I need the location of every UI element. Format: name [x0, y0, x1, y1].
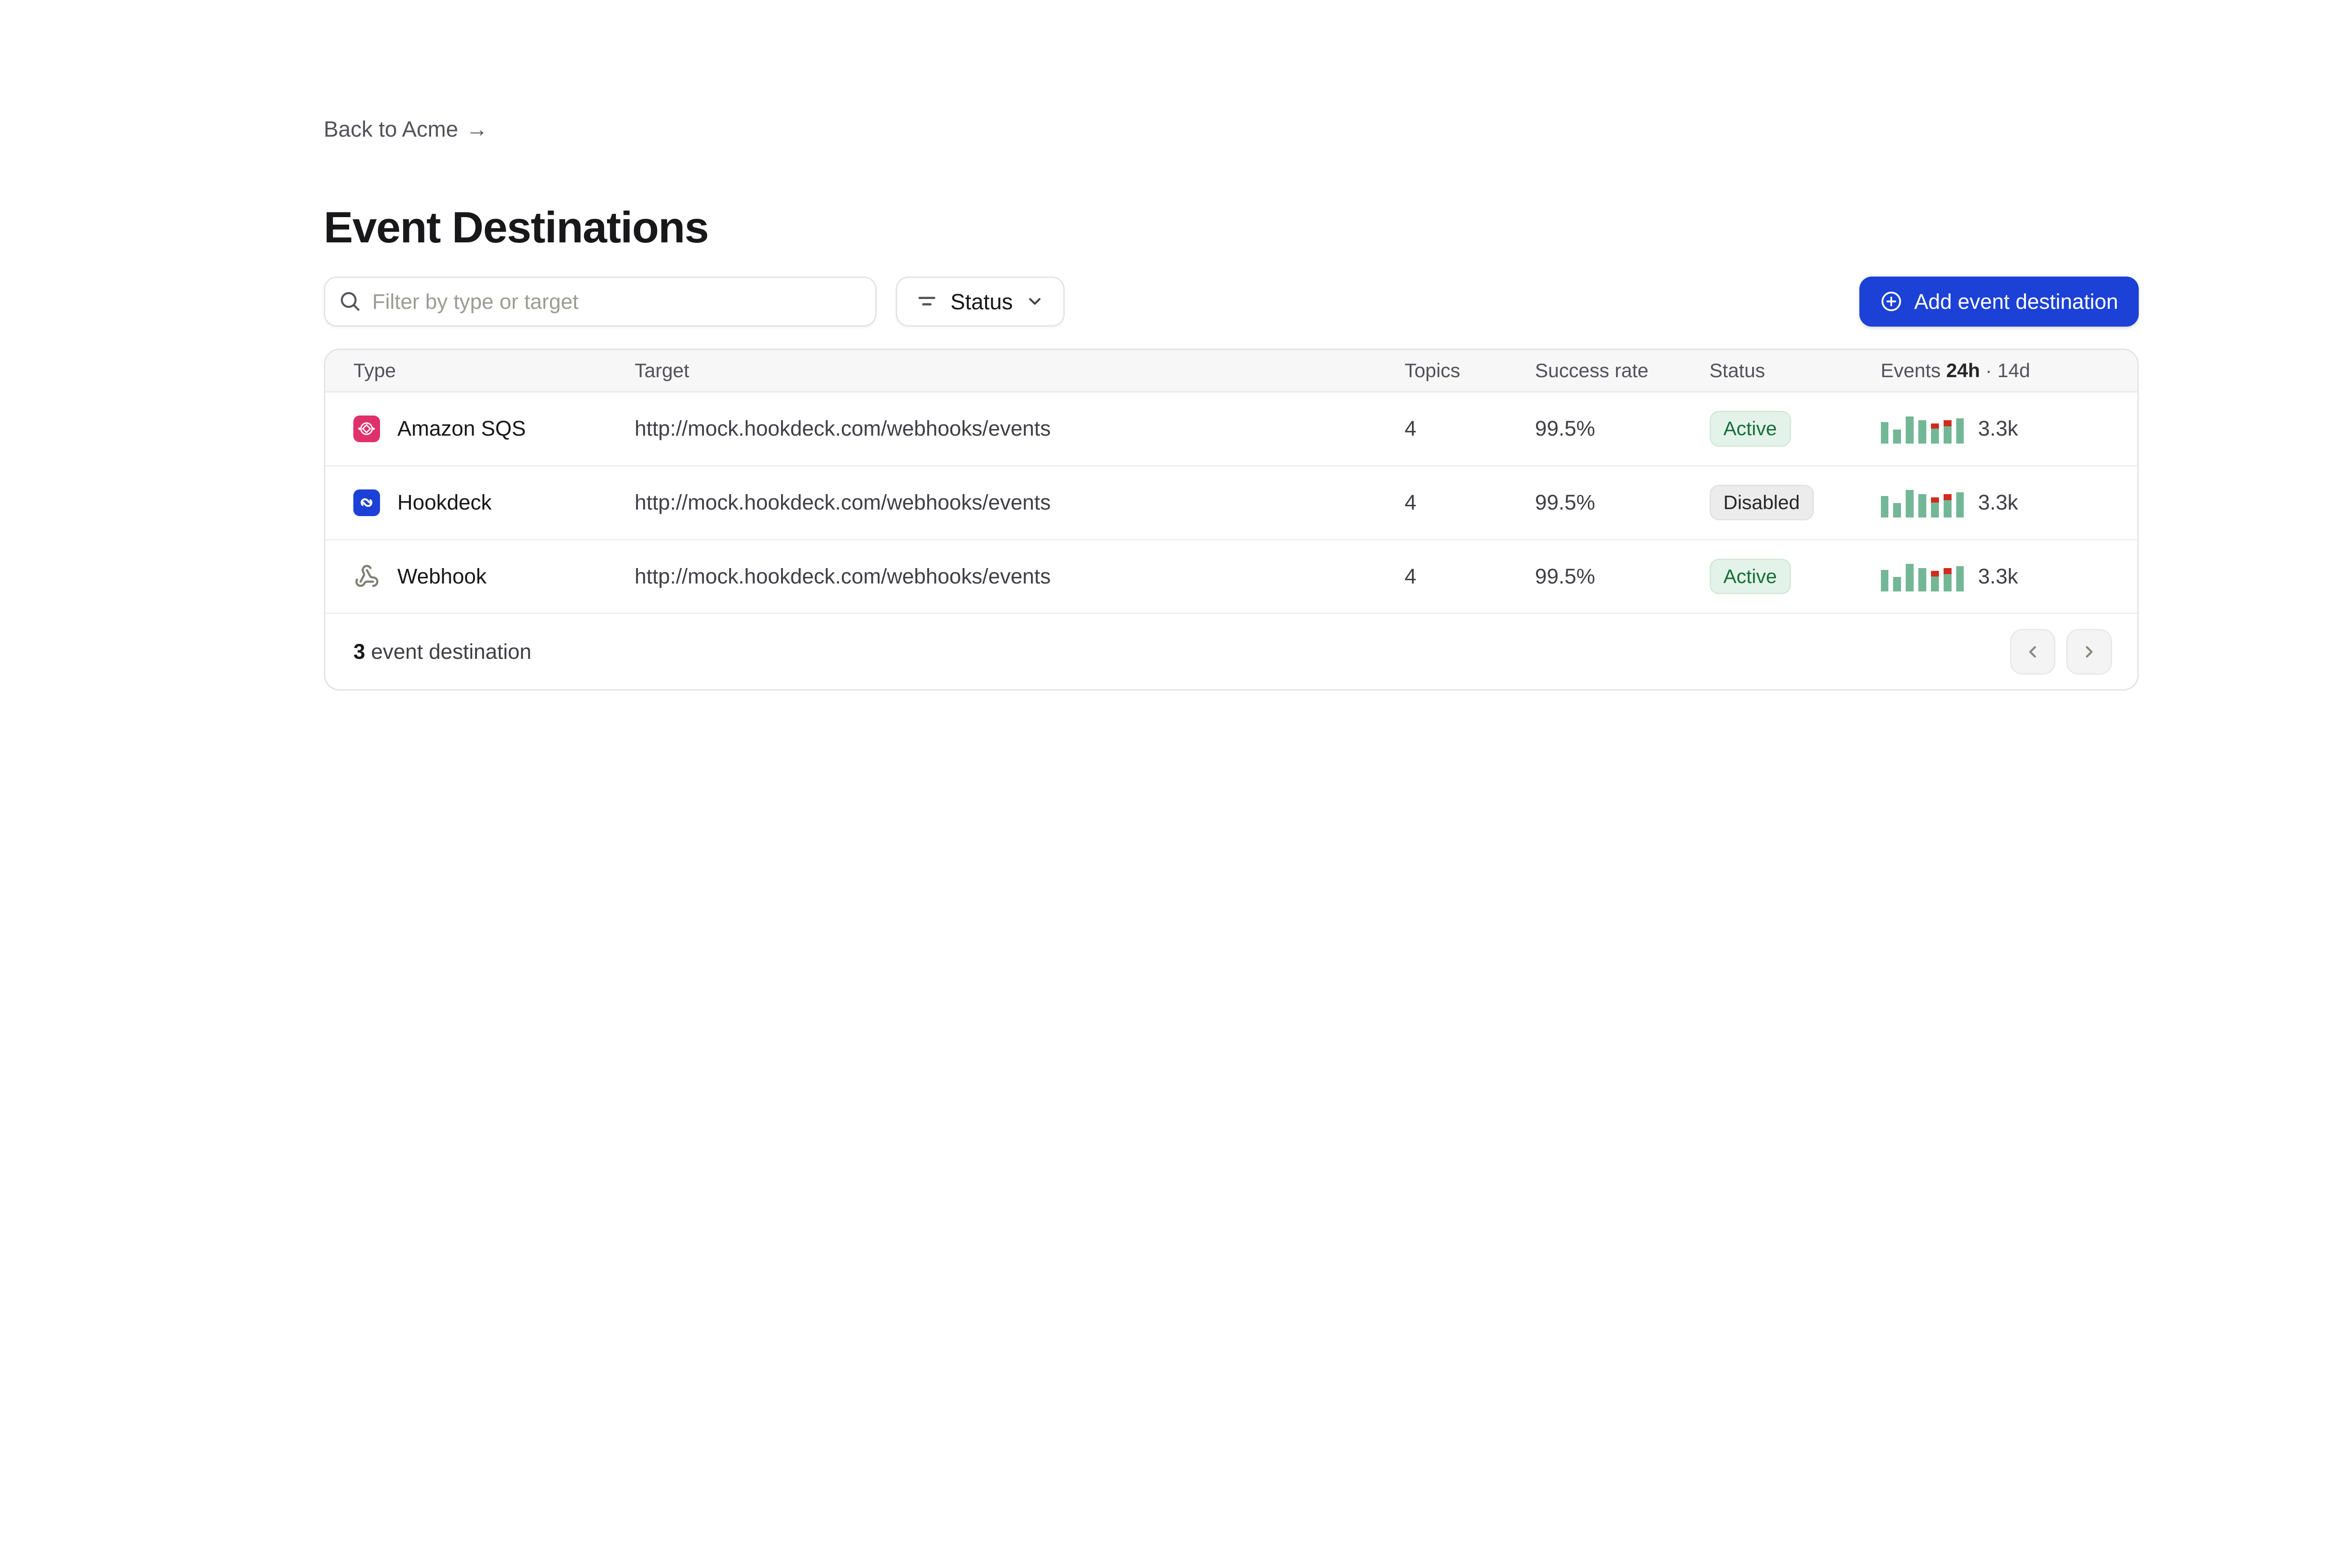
hookdeck-icon	[353, 489, 380, 516]
events-cell: 3.3k	[1881, 488, 2137, 518]
back-to-acme-link[interactable]: Back to Acme →	[324, 116, 488, 142]
header-success-rate: Success rate	[1535, 359, 1710, 382]
chevron-left-icon	[2023, 642, 2042, 661]
header-status: Status	[1710, 359, 1881, 382]
chevron-right-icon	[2080, 642, 2099, 661]
destination-type-label: Amazon SQS	[397, 416, 526, 441]
search-icon	[338, 289, 361, 313]
events-count: 3.3k	[1978, 490, 2018, 515]
success-rate-value: 99.5%	[1535, 490, 1710, 515]
events-cell: 3.3k	[1881, 414, 2137, 444]
header-type: Type	[353, 359, 635, 382]
events-cell: 3.3k	[1881, 562, 2137, 591]
search-input[interactable]	[324, 277, 877, 327]
status-filter-label: Status	[951, 289, 1013, 314]
header-topics: Topics	[1404, 359, 1535, 382]
type-cell: Hookdeck	[353, 489, 635, 516]
table-row-hookdeck[interactable]: Hookdeck http://mock.hookdeck.com/webhoo…	[325, 467, 2137, 540]
destination-type-label: Hookdeck	[397, 490, 492, 515]
chevron-down-icon	[1025, 292, 1044, 311]
status-cell: Active	[1710, 411, 1881, 446]
table-row-amazon-sqs[interactable]: Amazon SQS http://mock.hookdeck.com/webh…	[325, 393, 2137, 467]
header-events-14d: · 14d	[1985, 359, 2030, 381]
table-header-row: Type Target Topics Success rate Status E…	[325, 350, 2137, 393]
topics-count: 4	[1404, 416, 1535, 441]
search-box	[324, 277, 877, 327]
arrow-right-icon: →	[466, 116, 488, 142]
page-content: Back to Acme → Event Destinations Status…	[324, 0, 2139, 691]
success-rate-value: 99.5%	[1535, 564, 1710, 589]
event-destinations-table: Type Target Topics Success rate Status E…	[324, 349, 2139, 691]
add-button-label: Add event destination	[1914, 290, 2118, 314]
target-url: http://mock.hookdeck.com/webhooks/events	[635, 416, 1404, 441]
events-count: 3.3k	[1978, 564, 2018, 589]
row-count: 3 event destination	[353, 640, 531, 664]
topics-count: 4	[1404, 564, 1535, 589]
events-sparkline	[1881, 414, 1964, 444]
events-sparkline	[1881, 562, 1964, 591]
type-cell: Webhook	[353, 563, 635, 590]
status-badge: Disabled	[1710, 485, 1814, 520]
events-count: 3.3k	[1978, 416, 2018, 441]
next-page-button[interactable]	[2066, 629, 2112, 674]
header-events: Events 24h · 14d	[1881, 359, 2137, 382]
previous-page-button[interactable]	[2010, 629, 2055, 674]
status-badge: Active	[1710, 411, 1791, 446]
page-title: Event Destinations	[324, 204, 2139, 251]
target-url: http://mock.hookdeck.com/webhooks/events	[635, 490, 1404, 515]
success-rate-value: 99.5%	[1535, 416, 1710, 441]
pagination	[2010, 629, 2112, 674]
back-link-label: Back to Acme	[324, 116, 458, 142]
target-url: http://mock.hookdeck.com/webhooks/events	[635, 564, 1404, 589]
status-badge: Active	[1710, 559, 1791, 594]
status-cell: Disabled	[1710, 485, 1881, 520]
filter-icon	[916, 291, 938, 313]
status-filter-button[interactable]: Status	[896, 277, 1065, 327]
amazon-sqs-icon	[353, 416, 380, 442]
webhook-icon	[353, 563, 380, 590]
table-footer: 3 event destination	[325, 614, 2137, 689]
destination-type-label: Webhook	[397, 564, 487, 589]
toolbar: Status Add event destination	[324, 277, 2139, 327]
events-sparkline	[1881, 488, 1964, 518]
add-event-destination-button[interactable]: Add event destination	[1859, 277, 2139, 327]
type-cell: Amazon SQS	[353, 416, 635, 442]
table-row-webhook[interactable]: Webhook http://mock.hookdeck.com/webhook…	[325, 540, 2137, 614]
plus-circle-icon	[1879, 290, 1903, 313]
header-events-24h: 24h	[1946, 359, 1980, 381]
header-target: Target	[635, 359, 1404, 382]
status-cell: Active	[1710, 559, 1881, 594]
topics-count: 4	[1404, 490, 1535, 515]
